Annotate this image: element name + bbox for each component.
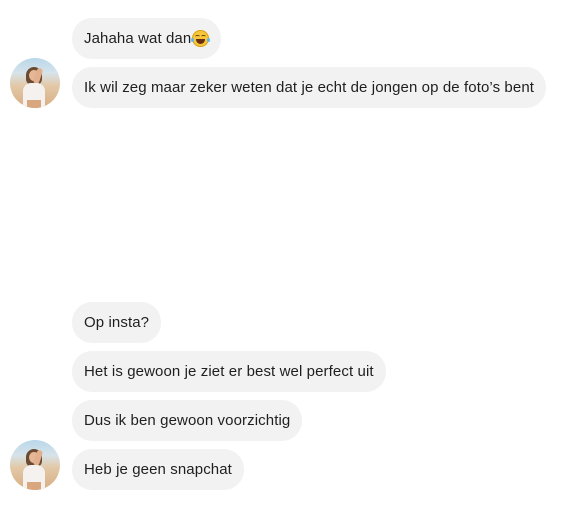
laughing-emoji-icon [191, 30, 211, 47]
avatar[interactable] [10, 58, 60, 108]
message-text: Jahaha wat dan [84, 30, 192, 47]
message-bubble[interactable]: Dus ik ben gewoon voorzichtig [72, 400, 303, 441]
message-text: Het is gewoon je ziet er best wel perfec… [84, 363, 374, 380]
message-bubble[interactable]: Ik wil zeg maar zeker weten dat je echt … [72, 67, 547, 108]
message-text: Dus ik ben gewoon voorzichtig [84, 412, 291, 429]
message-bubble[interactable]: Op insta? [72, 302, 162, 343]
message-text: Heb je geen snapchat [84, 461, 232, 478]
avatar[interactable] [10, 440, 60, 490]
message-bubble[interactable]: Het is gewoon je ziet er best wel perfec… [72, 351, 386, 392]
message-text: Ik wil zeg maar zeker weten dat je echt … [84, 79, 535, 96]
message-text: Op insta? [84, 314, 150, 331]
message-bubble[interactable]: Heb je geen snapchat [72, 449, 244, 490]
message-bubble[interactable]: Jahaha wat dan [72, 18, 222, 59]
